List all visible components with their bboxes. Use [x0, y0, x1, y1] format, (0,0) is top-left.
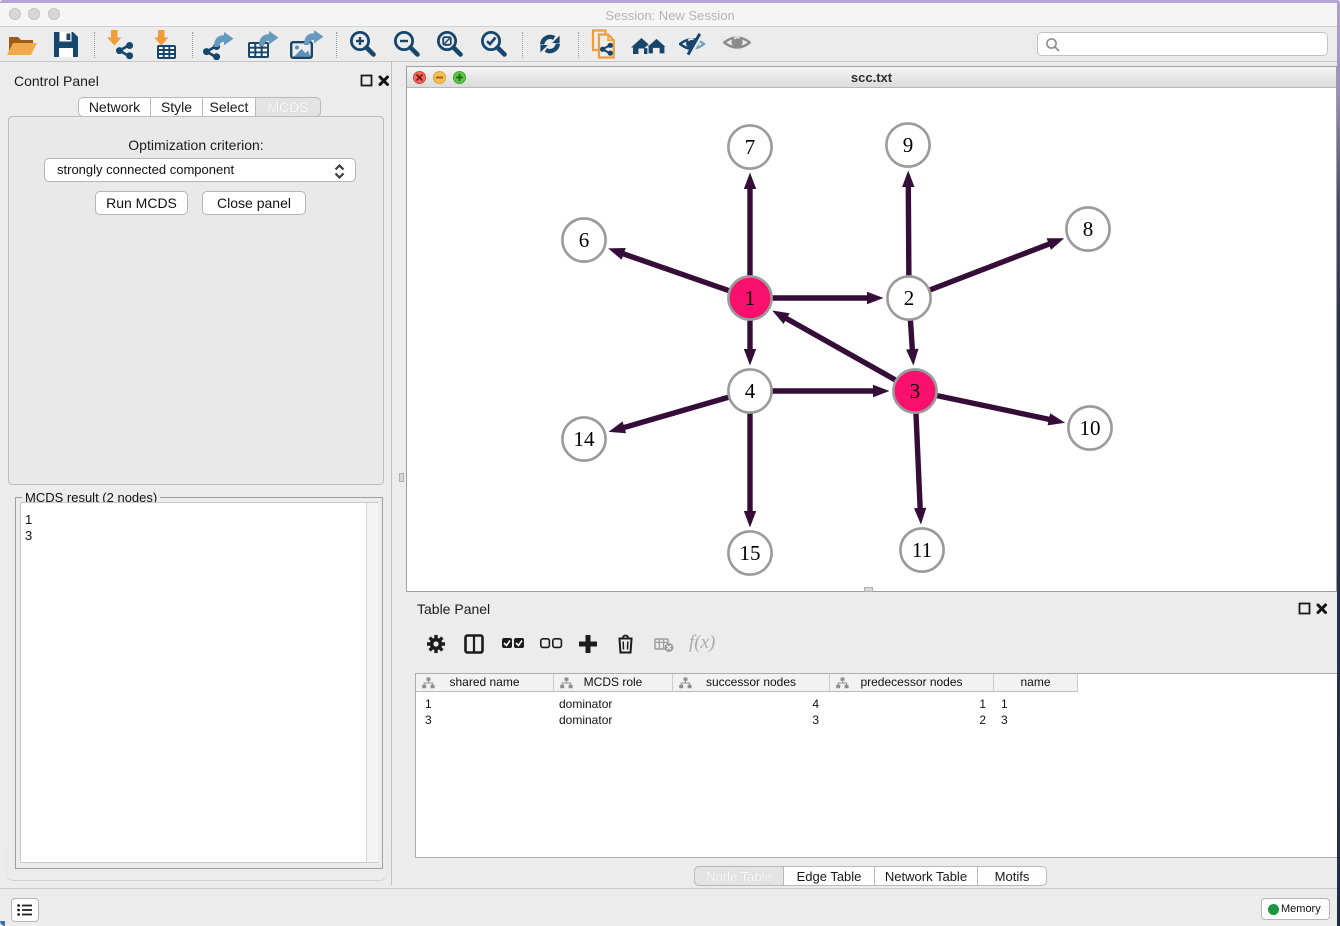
svg-text:1: 1: [745, 286, 756, 310]
svg-text:15: 15: [740, 541, 761, 565]
svg-text:8: 8: [1083, 217, 1094, 241]
svg-text:6: 6: [579, 228, 590, 252]
svg-text:3: 3: [910, 379, 921, 403]
svg-text:14: 14: [574, 427, 596, 451]
svg-text:9: 9: [903, 133, 914, 157]
svg-text:11: 11: [912, 538, 932, 562]
svg-text:7: 7: [745, 135, 756, 159]
svg-text:4: 4: [745, 379, 756, 403]
svg-text:2: 2: [904, 286, 915, 310]
svg-text:10: 10: [1080, 416, 1101, 440]
